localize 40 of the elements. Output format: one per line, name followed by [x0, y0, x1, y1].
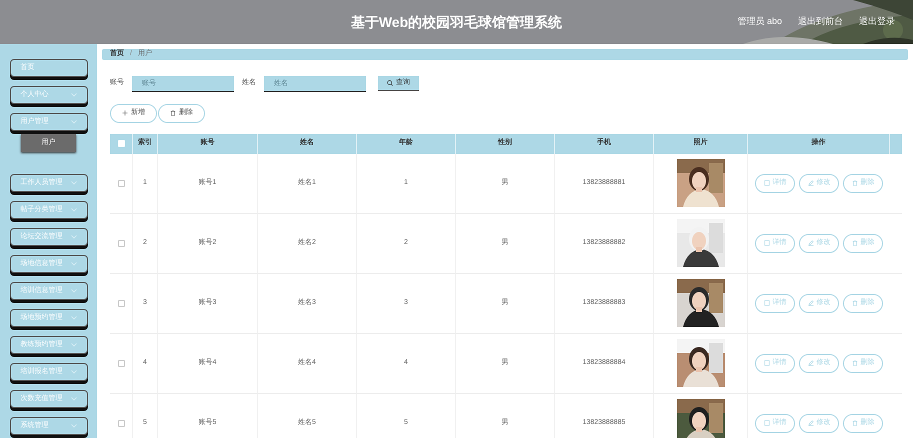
header-link[interactable]: 管理员 abo — [737, 15, 782, 28]
chevron-icon — [70, 208, 76, 212]
trash-icon — [852, 360, 858, 366]
document-icon — [764, 240, 770, 246]
chevron-icon — [70, 262, 76, 266]
chevron-icon — [70, 289, 76, 293]
chevron-icon — [70, 120, 76, 124]
trash-icon — [852, 240, 858, 246]
chevron-icon — [70, 397, 76, 401]
chevron-icon — [70, 424, 76, 428]
row-checkbox[interactable] — [118, 240, 124, 246]
row-checkbox[interactable] — [118, 180, 124, 186]
chevron-icon — [70, 370, 76, 374]
chevron-icon — [70, 343, 76, 347]
pencil-icon — [808, 420, 814, 426]
pencil-icon — [808, 300, 814, 306]
row-checkbox[interactable] — [118, 360, 124, 366]
search-icon — [387, 80, 393, 86]
document-icon — [764, 420, 770, 426]
document-icon — [764, 300, 770, 306]
header-link[interactable]: 退出登录 — [859, 15, 895, 28]
chevron-icon — [70, 235, 76, 239]
trash-icon — [852, 300, 858, 306]
select-all-checkbox[interactable] — [118, 140, 124, 147]
header-link[interactable]: 退出到前台 — [798, 15, 843, 28]
row-checkbox[interactable] — [118, 300, 124, 306]
row-checkbox[interactable] — [118, 420, 124, 426]
chevron-icon — [70, 316, 76, 320]
document-icon — [764, 360, 770, 366]
pencil-icon — [808, 360, 814, 366]
pencil-icon — [808, 240, 814, 246]
document-icon — [764, 180, 770, 186]
plus-icon — [122, 110, 128, 116]
chevron-icon — [70, 181, 76, 185]
trash-icon — [170, 110, 176, 116]
chevron-icon — [70, 93, 76, 97]
pencil-icon — [808, 180, 814, 186]
trash-icon — [852, 180, 858, 186]
trash-icon — [852, 420, 858, 426]
app-title: 基于Web的校园羽毛球馆管理系统 — [350, 12, 562, 32]
